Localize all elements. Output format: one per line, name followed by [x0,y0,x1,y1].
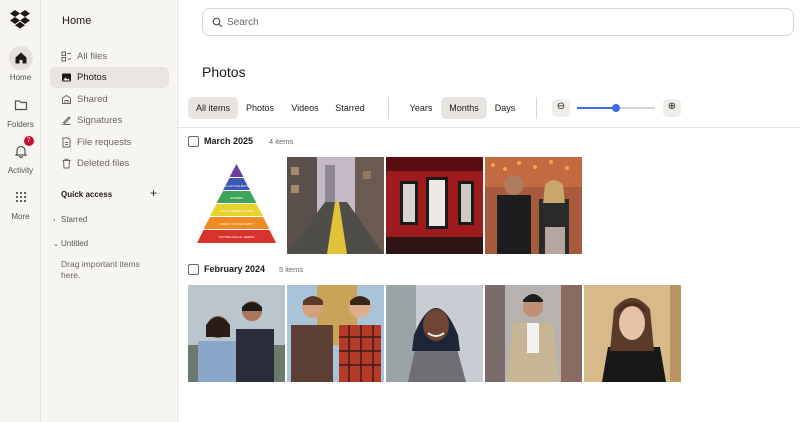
tree-untitled[interactable]: ⌄ Untitled [53,239,88,248]
sidebar-item-label: Photos [77,72,107,83]
sidebar-item-file-requests[interactable]: File requests [50,132,169,153]
pyramid-label: PHYSIOLOGICAL NEEDS [219,235,254,239]
sidebar-item-shared[interactable]: Shared [50,89,169,110]
sidebar-item-label: All files [77,51,108,62]
quick-access-heading: Quick access [61,190,113,199]
zoom-slider[interactable] [577,104,655,112]
sidebar-item-deleted-files[interactable]: Deleted files [50,153,169,174]
zoom-out-button[interactable]: ⊖ [552,99,570,117]
group-select-checkbox[interactable] [188,264,199,275]
drop-hint: Drag important items here. [61,259,140,280]
group-count: 5 items [279,265,304,274]
rail-activity-label: Activity [7,166,34,175]
files-icon [61,51,71,62]
toolbar-divider-line [178,127,800,128]
two-men-photo [287,285,384,382]
sidebar-item-label: Shared [77,94,108,105]
grid-icon [9,185,33,209]
add-quick-access-button[interactable]: + [150,186,157,200]
tree-starred-label: Starred [61,215,88,224]
sidebar-item-label: Deleted files [77,158,130,169]
sidebar-item-signatures[interactable]: Signatures [50,110,169,131]
search-placeholder: Search [227,17,259,28]
older-man-photo [485,285,582,382]
photo-thumbnail[interactable] [584,285,681,382]
couple-hug-photo [188,285,285,382]
zoom-slider-handle[interactable] [612,104,620,112]
photo-thumbnail[interactable] [485,157,582,254]
group-title: February 2024 [204,264,266,274]
pyramid-label: SAFETY AND SECURITY [219,222,254,226]
filter-starred[interactable]: Starred [330,97,370,119]
rail-folders-label: Folders [7,120,34,129]
street-couple-photo [485,157,582,254]
photo-thumbnail[interactable] [287,157,384,254]
search-icon [212,17,223,28]
sidebar-title: Home [62,15,92,27]
group-select-checkbox[interactable] [188,136,199,147]
view-months[interactable]: Months [441,97,487,119]
pyramid-label: LOVE AND BELONGING [220,209,254,213]
rail-activity[interactable]: 7 Activity [0,136,41,175]
group-count: 4 items [269,137,294,146]
pyramid-image: SELF-ACTUALIZATION ESTEEM LOVE AND BELON… [188,157,285,254]
photo-thumbnail[interactable] [386,157,483,254]
filter-videos[interactable]: Videos [285,97,325,119]
sidebar-item-all-files[interactable]: All files [50,46,169,67]
tree-untitled-label: Untitled [61,239,89,248]
woman-portrait-photo [584,285,681,382]
rail-more[interactable]: More [0,185,41,221]
dropbox-logo[interactable] [9,9,31,29]
chevron-down-icon: ⌄ [53,241,59,248]
trash-icon [62,158,71,169]
view-days[interactable]: Days [490,97,520,119]
home-icon [8,46,33,70]
activity-badge: 7 [23,136,34,146]
photo-thumbnail[interactable] [188,285,285,382]
search-input[interactable]: Search [202,8,794,36]
toolbar-divider [536,97,537,119]
app-rail: Home Folders 7 Activity More [0,0,41,422]
sidebar-item-label: File requests [77,137,132,148]
zoom-slider-fill [577,107,616,109]
pyramid-label: ESTEEM [230,196,243,200]
group-title: March 2025 [204,136,254,146]
filter-all-items[interactable]: All items [188,97,238,119]
page-title: Photos [202,64,246,80]
toolbar-divider [388,97,389,119]
sidebar-item-label: Signatures [77,115,123,126]
rail-folders[interactable]: Folders [0,93,41,129]
chevron-right-icon: › [53,217,56,224]
zoom-in-button[interactable]: ⊕ [663,99,681,117]
bell-icon: 7 [9,136,34,163]
filter-photos[interactable]: Photos [242,97,278,119]
woman-hijab-photo [386,285,483,382]
rail-home[interactable]: Home [0,46,41,82]
photo-thumbnail[interactable] [287,285,384,382]
folder-icon [9,93,33,117]
tree-starred[interactable]: › Starred [53,215,87,224]
alley-photo [287,157,384,254]
shared-icon [62,94,71,104]
signature-icon [62,116,71,125]
filter-toolbar: All items Photos Videos Starred Years Mo… [178,96,800,122]
photos-icon [62,73,71,82]
rail-home-label: Home [9,73,32,82]
photo-thumbnail[interactable] [485,285,582,382]
rail-more-label: More [11,212,30,221]
pyramid-label: SELF-ACTUALIZATION [221,184,253,188]
photo-thumbnail[interactable] [386,285,483,382]
file-request-icon [62,137,71,148]
gallery-photo [386,157,483,254]
view-years[interactable]: Years [404,97,438,119]
sidebar-item-photos[interactable]: Photos [50,67,169,88]
sidebar: Home All files Photos Shared Signatures … [41,0,178,422]
main-content: Search Photos All items Photos Videos St… [178,0,800,422]
photo-thumbnail[interactable]: SELF-ACTUALIZATION ESTEEM LOVE AND BELON… [188,157,285,254]
